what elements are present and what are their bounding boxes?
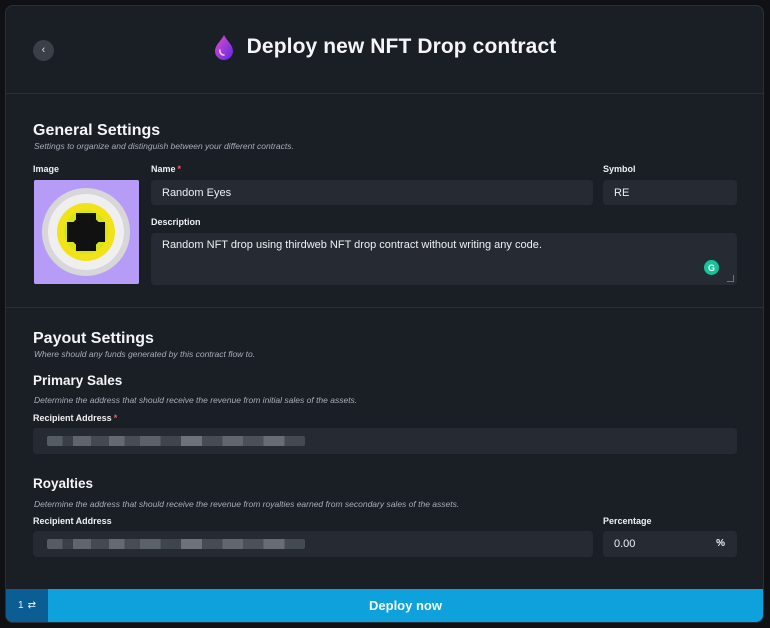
primary-recipient-label-text: Recipient Address: [33, 413, 112, 423]
swap-arrows-icon: ⇄: [27, 600, 36, 611]
description-label: Description: [151, 217, 201, 227]
resize-handle[interactable]: [727, 275, 734, 282]
image-label: Image: [33, 164, 60, 174]
symbol-input[interactable]: RE: [603, 180, 737, 205]
general-settings-title: General Settings: [33, 122, 161, 139]
royalty-recipient-label: Recipient Address: [33, 516, 112, 526]
section-divider: [6, 307, 763, 308]
deploy-now-button[interactable]: Deploy now: [48, 589, 763, 622]
royalties-title: Royalties: [33, 476, 94, 491]
counter-value: 1: [18, 600, 24, 611]
dialog-footer: 1 ⇄ Deploy now: [6, 589, 763, 622]
title-wrap: Deploy new NFT Drop contract: [6, 34, 763, 60]
symbol-label: Symbol: [603, 164, 636, 174]
description-textarea[interactable]: Random NFT drop using thirdweb NFT drop …: [151, 233, 737, 285]
redacted-address: [47, 539, 305, 549]
grammarly-icon[interactable]: G: [704, 260, 719, 275]
royalty-recipient-input[interactable]: [33, 531, 593, 557]
payout-settings-title: Payout Settings: [33, 330, 154, 347]
payout-settings-hint: Where should any funds generated by this…: [34, 349, 256, 359]
primary-sales-hint: Determine the address that should receiv…: [34, 395, 358, 405]
nft-image-upload[interactable]: [34, 180, 139, 284]
grammarly-glyph: G: [707, 262, 715, 273]
drop-logo-icon: [214, 35, 233, 60]
percentage-value: 0.00: [614, 538, 636, 550]
primary-recipient-label: Recipient Address *: [33, 413, 117, 423]
royalties-hint: Determine the address that should receiv…: [34, 499, 460, 509]
primary-sales-title: Primary Sales: [33, 373, 123, 388]
description-value: Random NFT drop using thirdweb NFT drop …: [162, 239, 542, 251]
percentage-label: Percentage: [603, 516, 652, 526]
page-title: Deploy new NFT Drop contract: [246, 35, 557, 58]
eyeball-image: [34, 180, 139, 284]
required-mark: *: [177, 164, 182, 174]
primary-recipient-input[interactable]: [33, 428, 737, 454]
general-settings-hint: Settings to organize and distinguish bet…: [34, 141, 294, 151]
deploy-dialog: ‹ Deploy new NFT Drop contract General S…: [5, 5, 764, 623]
redacted-address: [47, 436, 305, 446]
percent-unit: %: [716, 538, 725, 549]
symbol-input-value: RE: [614, 186, 630, 199]
required-mark: *: [113, 413, 118, 423]
name-label: Name *: [151, 164, 181, 174]
name-input[interactable]: Random Eyes: [151, 180, 593, 205]
name-label-text: Name: [151, 164, 176, 174]
percentage-input[interactable]: 0.00 %: [603, 531, 737, 557]
dialog-header: ‹ Deploy new NFT Drop contract: [6, 6, 763, 94]
name-input-value: Random Eyes: [162, 186, 232, 199]
transaction-counter-button[interactable]: 1 ⇄: [6, 589, 48, 622]
